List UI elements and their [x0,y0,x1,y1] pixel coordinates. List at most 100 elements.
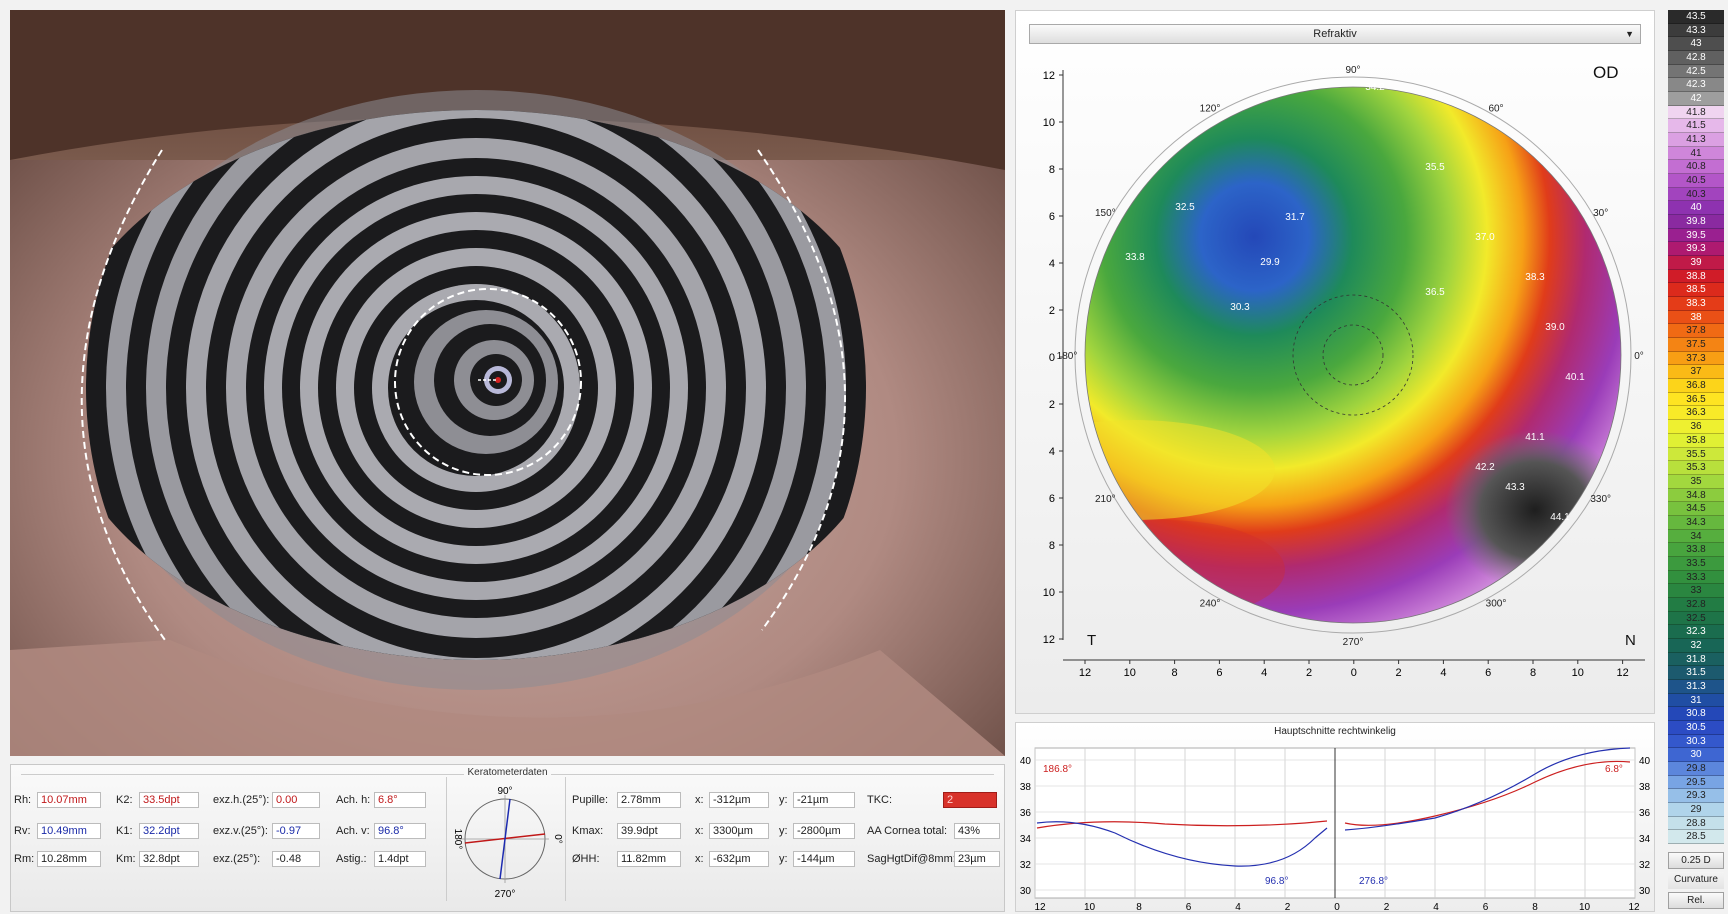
scale-cell: 37 [1668,365,1724,380]
map-value: 32.5 [1175,202,1195,213]
blue-angle-right: 276.8° [1359,876,1388,887]
scale-cell: 34.5 [1668,502,1724,516]
angle-label: 210° [1095,494,1116,505]
title-divider [551,774,994,775]
profile-x-tick: 6 [1483,902,1489,912]
profile-y-tick: 34 [1020,834,1032,845]
scale-cell: 31.8 [1668,652,1724,667]
scale-cell: 37.5 [1668,338,1724,352]
angle-label: 330° [1590,494,1611,505]
x-tick-label: 8 [1172,667,1178,679]
map-value: 38.3 [1525,272,1545,283]
k1-label: K1: [116,825,133,837]
k1-field: 32.2dpt [139,823,199,839]
y-tick-label: 12 [1043,70,1055,82]
profile-y-tick: 30 [1020,886,1032,897]
angle-label: 60° [1488,103,1503,114]
y-tick-label: 10 [1043,587,1055,599]
y2-label: y: [779,825,788,837]
x-tick-label: 12 [1079,667,1091,679]
y-tick-label: 0 [1049,352,1055,364]
map-type-value: Refraktiv [1313,28,1357,40]
y-tick-label: 12 [1043,634,1055,646]
pupille-label: Pupille: [572,794,609,806]
profile-y-tick: 36 [1020,808,1032,819]
map-value: 44.1 [1550,512,1570,523]
scale-cell: 35.8 [1668,433,1724,448]
k2-label: K2: [116,794,133,806]
scale-cell: 36.5 [1668,392,1724,407]
x3-field: -632µm [709,851,769,867]
profile-y-tick: 40 [1020,756,1032,767]
km-field: 32.8dpt [139,851,199,867]
profile-x-tick: 8 [1532,902,1538,912]
chevron-down-icon: ▼ [1625,29,1634,39]
angle-label: 120° [1200,103,1221,114]
scale-cell: 39.5 [1668,228,1724,243]
x-tick-label: 10 [1572,667,1584,679]
temporal-label: T [1087,632,1096,649]
red-angle-right: 6.8° [1605,764,1623,775]
camera-image [10,10,1005,756]
profile-x-tick: 12 [1628,902,1640,912]
scale-cell: 32 [1668,638,1724,653]
y2-field: -2800µm [793,823,855,839]
nasal-label: N [1625,632,1636,649]
ohh-label: ØHH: [572,853,600,865]
profile-y-tick: 40 [1639,756,1651,767]
mode-label[interactable]: Curvature [1668,872,1724,889]
scale-cell: 38 [1668,310,1724,325]
map-value: 42.2 [1475,462,1495,473]
y3-label: y: [779,853,788,865]
x-tick-label: 2 [1396,667,1402,679]
y-tick-label: 8 [1049,164,1055,176]
astig-label: Astig.: [336,853,367,865]
y-tick-label: 8 [1049,540,1055,552]
scale-cell: 30.3 [1668,734,1724,749]
scale-cell: 31.3 [1668,679,1724,694]
exzh-field: 0.00 [272,792,320,808]
placido-eye-image [10,10,1005,756]
map-value: 31.7 [1285,212,1305,223]
scale-cell: 31 [1668,693,1724,708]
scale-cell: 30 [1668,748,1724,762]
x-tick-label: 8 [1530,667,1536,679]
y1-label: y: [779,794,788,806]
scale-cell: 35.3 [1668,461,1724,475]
exz-label: exz.(25°): [213,853,261,865]
profile-y-tick: 38 [1639,782,1651,793]
achv-field: 96.8° [374,823,426,839]
angle-label: 90° [1345,65,1360,76]
x-ticks: 12 10 8 6 4 2 0 2 4 6 8 10 12 [1079,660,1629,679]
scale-cell: 32.3 [1668,625,1724,639]
rel-button[interactable]: Rel. [1668,892,1724,909]
angle-label: 30° [1593,208,1608,219]
x-tick-label: 12 [1616,667,1628,679]
x-tick-label: 0 [1351,667,1357,679]
scale-cell: 40 [1668,201,1724,216]
map-type-dropdown[interactable]: Refraktiv ▼ [1029,24,1641,44]
rm-field: 10.28mm [37,851,101,867]
scale-cell: 34.8 [1668,488,1724,503]
scale-cell: 42.5 [1668,64,1724,79]
step-button[interactable]: 0.25 D [1668,852,1724,869]
map-value: 39.0 [1545,322,1565,333]
rh-field: 10.07mm [37,792,101,808]
map-value: 41.1 [1525,432,1545,443]
profile-y-tick: 32 [1020,860,1032,871]
scale-cell: 35 [1668,474,1724,489]
scale-cell: 34.3 [1668,515,1724,530]
aa-label: AA Cornea total: [867,825,948,837]
scale-cell: 32.5 [1668,611,1724,626]
blue-angle-left: 96.8° [1265,876,1288,887]
y-tick-label: 4 [1049,446,1055,458]
axis-compass: 90° 270° 180° 0° [446,777,566,901]
exzh-label: exz.h.(25°): [213,794,270,806]
tkc-field: 2 [943,792,997,808]
scale-cell: 43.5 [1668,10,1724,24]
scale-cell: 43 [1668,37,1724,52]
x3-label: x: [695,853,704,865]
achh-label: Ach. h: [336,794,371,806]
profile-x-tick: 4 [1433,902,1439,912]
scale-cell: 42.3 [1668,78,1724,93]
